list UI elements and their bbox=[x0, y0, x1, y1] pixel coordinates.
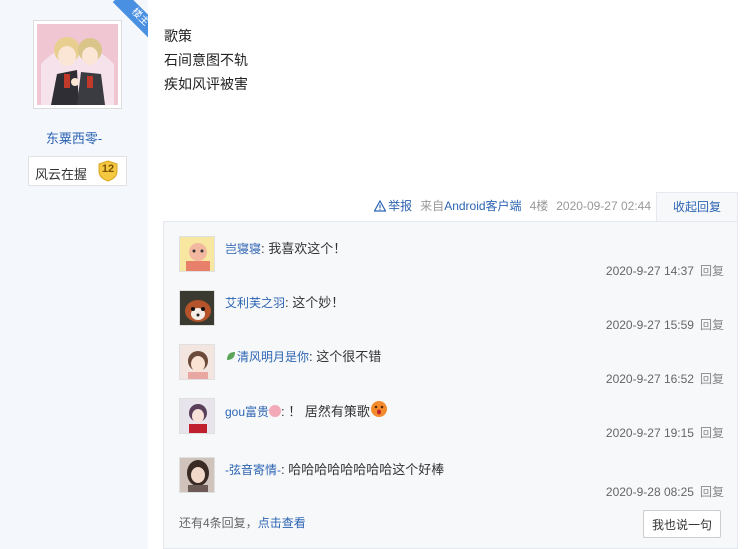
reply-button[interactable]: 回复 bbox=[700, 372, 724, 386]
report-link[interactable]: 举报 bbox=[374, 197, 412, 214]
source-client-link[interactable]: Android客户端 bbox=[444, 199, 521, 213]
reply-text: 我喜欢这个！ bbox=[268, 241, 347, 256]
reply-item: gou富贵: ！ 居然有策歌 2020-9-27 19:15 回复 bbox=[179, 398, 724, 452]
reply-username[interactable]: gou富贵 bbox=[225, 405, 269, 419]
reply-thread: 岂寝寝: 我喜欢这个！ 2020-9-27 14:37 回复 艾利芙之羽: 这个妙… bbox=[163, 221, 738, 549]
reply-avatar[interactable] bbox=[179, 344, 215, 380]
reply-item: -弦音寄情-: 哈哈哈哈哈哈哈哈这个好棒 2020-9-28 08:25 回复 bbox=[179, 457, 724, 511]
floor-number: 4楼 bbox=[529, 199, 549, 213]
report-label: 举报 bbox=[388, 199, 413, 213]
author-sidebar: 楼主 东粟西零- 风云在握 12 bbox=[0, 0, 148, 549]
reply-time: 2020-9-27 15:59 bbox=[605, 318, 694, 332]
collapse-replies-button[interactable]: 收起回复 bbox=[656, 192, 738, 222]
reply-button[interactable]: 回复 bbox=[700, 485, 724, 499]
reply-text: 这个妙！ bbox=[292, 295, 345, 310]
reply-time: 2020-9-27 19:15 bbox=[605, 426, 694, 440]
reply-avatar[interactable] bbox=[179, 457, 215, 493]
reply-button[interactable]: 回复 bbox=[700, 318, 724, 332]
source-prefix: 来自 bbox=[420, 199, 445, 213]
surprised-emoji-icon bbox=[370, 401, 387, 417]
reply-username[interactable]: 岂寝寝 bbox=[225, 242, 261, 256]
op-badge: 楼主 bbox=[106, 0, 148, 42]
author-rank-badge[interactable]: 风云在握 12 bbox=[28, 156, 127, 186]
reply-avatar[interactable] bbox=[179, 290, 215, 326]
reply-time: 2020-9-27 14:37 bbox=[605, 264, 694, 278]
pig-emoji-icon bbox=[269, 405, 282, 417]
post-line: 石间意图不轨 bbox=[164, 52, 248, 68]
reply-time: 2020-9-27 16:52 bbox=[605, 372, 694, 386]
reply-text: 这个很不错 bbox=[316, 349, 382, 364]
reply-item: 清风明月是你: 这个很不错 2020-9-27 16:52 回复 bbox=[179, 344, 724, 398]
post-tail: 举报 来自Android客户端 4楼 2020-09-27 02:44 bbox=[374, 197, 651, 214]
say-something-button[interactable]: 我也说一句 bbox=[643, 510, 721, 538]
more-replies-text: 还有4条回复， bbox=[179, 516, 258, 530]
reply-button[interactable]: 回复 bbox=[700, 426, 724, 440]
reply-text: 哈哈哈哈哈哈哈哈这个好棒 bbox=[288, 462, 445, 477]
reply-item: 岂寝寝: 我喜欢这个！ 2020-9-27 14:37 回复 bbox=[179, 236, 724, 290]
author-name-link[interactable]: 东粟西零- bbox=[0, 128, 148, 147]
view-more-link[interactable]: 点击查看 bbox=[258, 516, 306, 530]
reply-text: ！ 居然有策歌 bbox=[288, 404, 370, 419]
reply-avatar[interactable] bbox=[179, 398, 215, 434]
rank-name: 风云在握 bbox=[35, 167, 88, 182]
post-line: 疾如风评被害 bbox=[164, 76, 248, 92]
reply-username[interactable]: 艾利芙之羽 bbox=[225, 296, 285, 310]
level-shield-icon: 12 bbox=[97, 160, 119, 182]
reply-avatar[interactable] bbox=[179, 236, 215, 272]
post-line: 歌策 bbox=[164, 28, 192, 44]
post-content: 歌策 石间意图不轨 疾如风评被害 bbox=[164, 24, 248, 96]
reply-username[interactable]: 清风明月是你 bbox=[237, 350, 309, 364]
reply-time: 2020-9-28 08:25 bbox=[605, 485, 694, 499]
leaf-icon bbox=[227, 352, 235, 360]
reply-item: 艾利芙之羽: 这个妙！ 2020-9-27 15:59 回复 bbox=[179, 290, 724, 344]
more-replies: 还有4条回复，点击查看 bbox=[179, 514, 306, 531]
rank-level: 12 bbox=[101, 163, 115, 175]
reply-username[interactable]: -弦音寄情- bbox=[225, 463, 281, 477]
post-timestamp: 2020-09-27 02:44 bbox=[556, 198, 651, 213]
warning-icon bbox=[374, 199, 387, 212]
reply-button[interactable]: 回复 bbox=[700, 264, 724, 278]
